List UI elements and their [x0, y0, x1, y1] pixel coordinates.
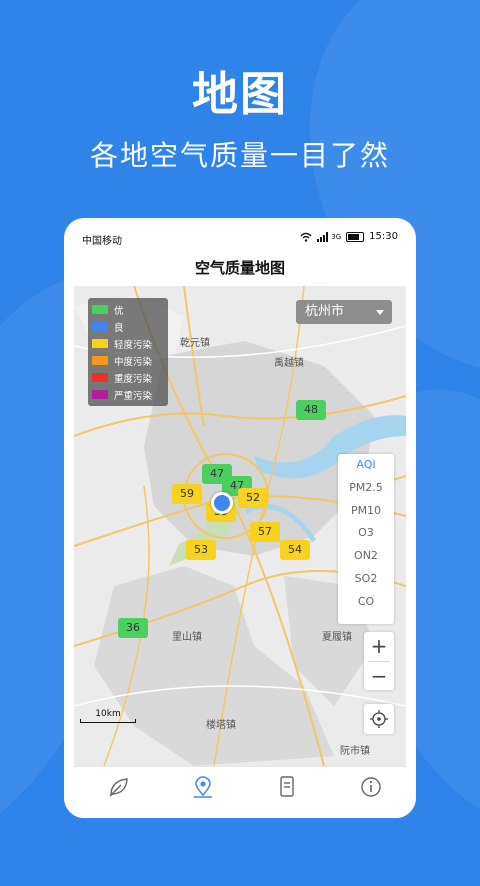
aqi-marker[interactable]: 48: [296, 400, 326, 420]
place-label: 乾元镇: [180, 338, 210, 349]
aqi-marker[interactable]: 57: [250, 522, 280, 542]
pollutant-selector: AQI PM2.5 PM10 O3 ON2 SO2 CO: [338, 454, 394, 624]
legend-item: 优: [92, 301, 164, 318]
city-select[interactable]: 杭州市: [296, 300, 392, 324]
aqi-marker[interactable]: 54: [280, 540, 310, 560]
legend-label: 优: [114, 305, 124, 317]
tab-report[interactable]: [272, 775, 302, 799]
legend-label: 良: [114, 322, 124, 334]
legend-swatch: [92, 356, 108, 365]
scale-label: 10km: [95, 709, 121, 719]
legend-item: 良: [92, 318, 164, 335]
zoom-controls: + −: [364, 632, 394, 690]
aqi-marker[interactable]: 59: [172, 484, 202, 504]
pollutant-option-so2[interactable]: SO2: [338, 568, 394, 591]
status-bar: 中国移动 3G 15:30: [74, 226, 406, 250]
wifi-icon: [300, 232, 312, 242]
tab-home[interactable]: [104, 775, 134, 799]
zoom-in-button[interactable]: +: [364, 632, 394, 661]
map-view[interactable]: 乾元镇 禹越镇 里山镇 夏履镇 楼塔镇 阮市镇 优 良 轻度污染 中度污染 重度…: [74, 286, 406, 766]
pollutant-option-pm10[interactable]: PM10: [338, 500, 394, 523]
legend-label: 严重污染: [114, 390, 153, 402]
document-icon: [280, 776, 294, 797]
aqi-legend: 优 良 轻度污染 中度污染 重度污染 严重污染: [88, 298, 168, 406]
city-select-value: 杭州市: [305, 304, 345, 319]
pollutant-option-aqi[interactable]: AQI: [338, 454, 394, 477]
pollutant-option-pm25[interactable]: PM2.5: [338, 477, 394, 500]
aqi-marker[interactable]: 36: [118, 618, 148, 638]
time-label: 15:30: [369, 231, 398, 242]
hero-subtitle: 各地空气质量一目了然: [89, 139, 390, 172]
carrier-label: 中国移动: [82, 236, 122, 247]
place-label: 里山镇: [172, 632, 202, 643]
legend-swatch: [92, 373, 108, 382]
legend-label: 重度污染: [114, 373, 153, 385]
phone-screen: 中国移动 3G 15:30 空气质量地图 乾元镇 禹越镇 里山镇 夏履镇 楼塔镇…: [74, 226, 406, 818]
hero-title: 地图: [192, 67, 288, 121]
aqi-marker[interactable]: 53: [186, 540, 216, 560]
pollutant-option-co[interactable]: CO: [338, 591, 394, 614]
map-pin-icon: [194, 776, 212, 798]
pollutant-option-no2[interactable]: ON2: [338, 545, 394, 568]
place-label: 夏履镇: [322, 632, 352, 643]
legend-label: 轻度污染: [114, 339, 153, 351]
crosshair-icon: [370, 710, 388, 728]
legend-item: 重度污染: [92, 369, 164, 386]
map-scale: 10km: [80, 709, 136, 723]
signal-icon: [317, 231, 329, 242]
legend-swatch: [92, 322, 108, 331]
tab-about[interactable]: [356, 775, 386, 799]
battery-icon: [346, 231, 365, 242]
legend-label: 中度污染: [114, 356, 153, 368]
legend-swatch: [92, 390, 108, 399]
legend-swatch: [92, 305, 108, 314]
zoom-out-button[interactable]: −: [364, 662, 394, 691]
network-label: 3G: [331, 232, 342, 241]
pollutant-option-o3[interactable]: O3: [338, 522, 394, 545]
chevron-down-icon: [376, 310, 384, 315]
legend-item: 中度污染: [92, 352, 164, 369]
tab-map[interactable]: [188, 775, 218, 799]
legend-item: 严重污染: [92, 386, 164, 403]
status-icons: 3G 15:30: [300, 231, 398, 242]
place-label: 禹越镇: [274, 358, 304, 369]
current-location-dot: [211, 492, 233, 514]
legend-swatch: [92, 339, 108, 348]
legend-item: 轻度污染: [92, 335, 164, 352]
place-label: 阮市镇: [340, 746, 370, 757]
page-title: 空气质量地图: [194, 259, 285, 277]
place-label: 楼塔镇: [206, 720, 236, 731]
leaf-icon: [109, 778, 128, 797]
phone-frame: 中国移动 3G 15:30 空气质量地图 乾元镇 禹越镇 里山镇 夏履镇 楼塔镇…: [64, 218, 416, 818]
info-icon: [361, 777, 381, 797]
aqi-marker[interactable]: 52: [238, 488, 268, 508]
locate-button[interactable]: [364, 704, 394, 734]
scale-bar: [80, 719, 136, 723]
bottom-tab-bar: [74, 766, 406, 818]
